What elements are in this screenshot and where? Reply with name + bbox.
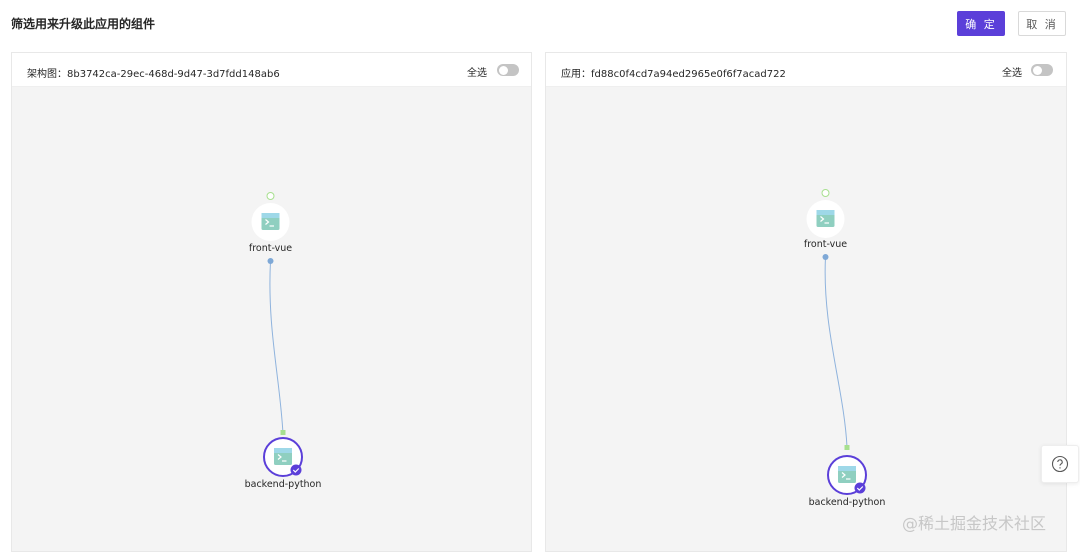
topology-graph[interactable]: front-vue backend-python: [546, 88, 1066, 551]
node-label-front-vue: front-vue: [248, 243, 293, 254]
cancel-button[interactable]: 取 消: [1018, 11, 1066, 36]
select-all-label: 全选: [1002, 68, 1022, 79]
terminal-icon: [816, 210, 835, 227]
node-front-vue[interactable]: [251, 203, 290, 241]
application-title: 应用：fd88c0f4cd7a94ed2965e0f6f7acad722: [561, 69, 786, 80]
edge-source-dot: [822, 254, 829, 260]
topology-graph[interactable]: front-vue backend-python: [12, 88, 531, 551]
application-panel: 应用：fd88c0f4cd7a94ed2965e0f6f7acad722 全选: [545, 52, 1067, 552]
node-label-backend-python: backend-python: [244, 479, 322, 490]
terminal-icon: [274, 448, 292, 465]
panel-header: 架构图：8b3742ca-29ec-468d-9d47-3d7fdd148ab6…: [12, 53, 531, 87]
dependency-edge: [824, 256, 848, 448]
node-backend-python[interactable]: [827, 455, 867, 495]
check-icon: [290, 464, 302, 476]
question-icon: [1051, 455, 1069, 473]
terminal-icon: [838, 466, 856, 483]
select-all-toggle[interactable]: [497, 64, 519, 76]
edge-source-dot: [267, 258, 274, 264]
select-all-label: 全选: [467, 68, 487, 79]
edge-target-dot: [280, 430, 286, 435]
node-backend-python[interactable]: [263, 437, 303, 477]
watermark: @稀土掘金技术社区: [902, 514, 1047, 533]
dependency-edge: [269, 260, 284, 435]
edge-target-dot: [844, 445, 850, 450]
node-label-backend-python: backend-python: [808, 497, 886, 508]
port-top: [821, 189, 830, 197]
page-title: 筛选用来升级此应用的组件: [11, 17, 156, 31]
confirm-button[interactable]: 确 定: [957, 11, 1005, 36]
select-all-toggle[interactable]: [1031, 64, 1053, 76]
node-label-front-vue: front-vue: [803, 239, 848, 250]
top-bar: 筛选用来升级此应用的组件 确 定 取 消: [0, 0, 1080, 46]
node-front-vue[interactable]: [806, 200, 845, 238]
architecture-title: 架构图：8b3742ca-29ec-468d-9d47-3d7fdd148ab6: [27, 69, 280, 80]
panel-header: 应用：fd88c0f4cd7a94ed2965e0f6f7acad722 全选: [546, 53, 1066, 87]
help-button[interactable]: [1041, 445, 1079, 483]
architecture-panel: 架构图：8b3742ca-29ec-468d-9d47-3d7fdd148ab6…: [11, 52, 532, 552]
terminal-icon: [261, 213, 280, 230]
check-icon: [854, 482, 866, 494]
port-top: [266, 192, 275, 200]
